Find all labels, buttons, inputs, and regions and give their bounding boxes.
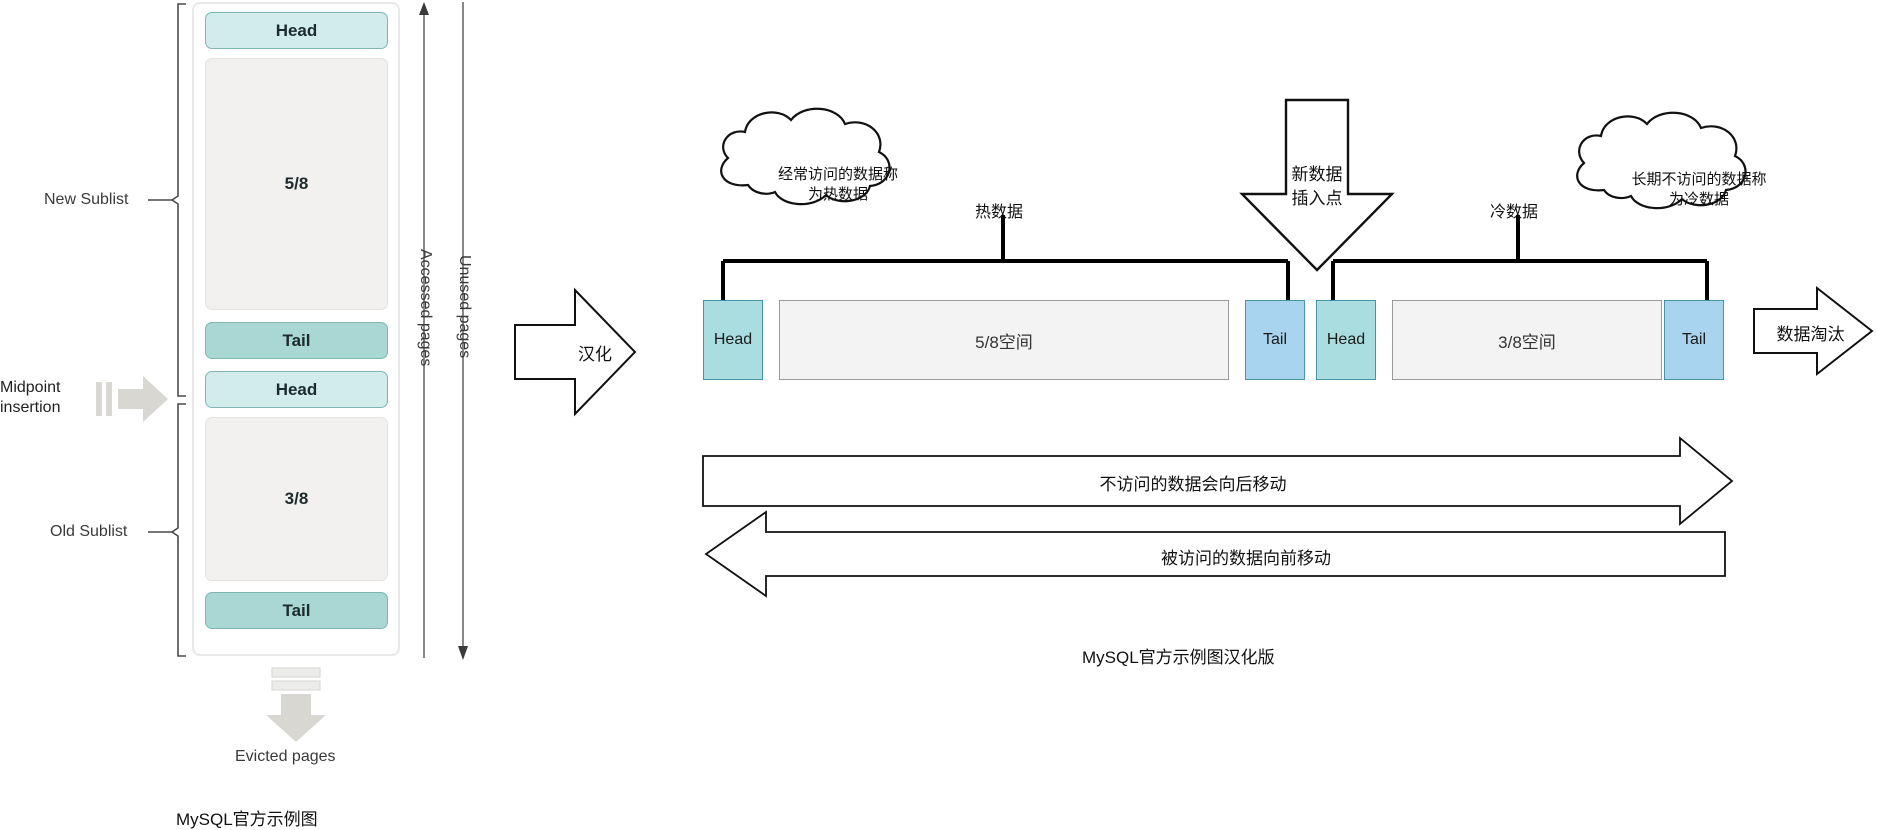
new-data-insert-label-line2: 插入点: [1291, 189, 1343, 208]
right-seg-tail-cold: Tail: [1664, 300, 1724, 380]
right-figure-decorations: [702, 98, 1874, 598]
right-seg-head-hot: Head: [703, 300, 763, 380]
forward-move-label: 被访问的数据向前移动: [1161, 549, 1331, 568]
data-evict-label: 数据淘汰: [1776, 325, 1845, 344]
new-data-insert-label-line1: 新数据: [1291, 165, 1343, 184]
right-seg-tail-hot: Tail: [1245, 300, 1305, 380]
hot-data-bracket: [721, 215, 1290, 302]
right-seg-space-38: 3/8空间: [1392, 300, 1662, 380]
cold-data-bracket: [1331, 215, 1709, 302]
right-seg-head-cold: Head: [1316, 300, 1376, 380]
backward-move-label: 不访问的数据会向后移动: [1099, 475, 1287, 494]
right-figure-caption: MySQL官方示例图汉化版: [1082, 648, 1275, 667]
hot-data-cloud-text: 经常访问的数据称 为热数据: [777, 166, 898, 204]
mysql-translated-diagram: Head 5/8空间 Tail Head 3/8空间 Tail 经常访问的数据称…: [0, 0, 1877, 827]
cold-data-cloud-text: 长期不访问的数据称 为冷数据: [1631, 171, 1767, 209]
right-seg-space-58: 5/8空间: [779, 300, 1229, 380]
hot-data-label: 热数据: [975, 204, 1024, 221]
cold-data-label: 冷数据: [1490, 204, 1539, 221]
